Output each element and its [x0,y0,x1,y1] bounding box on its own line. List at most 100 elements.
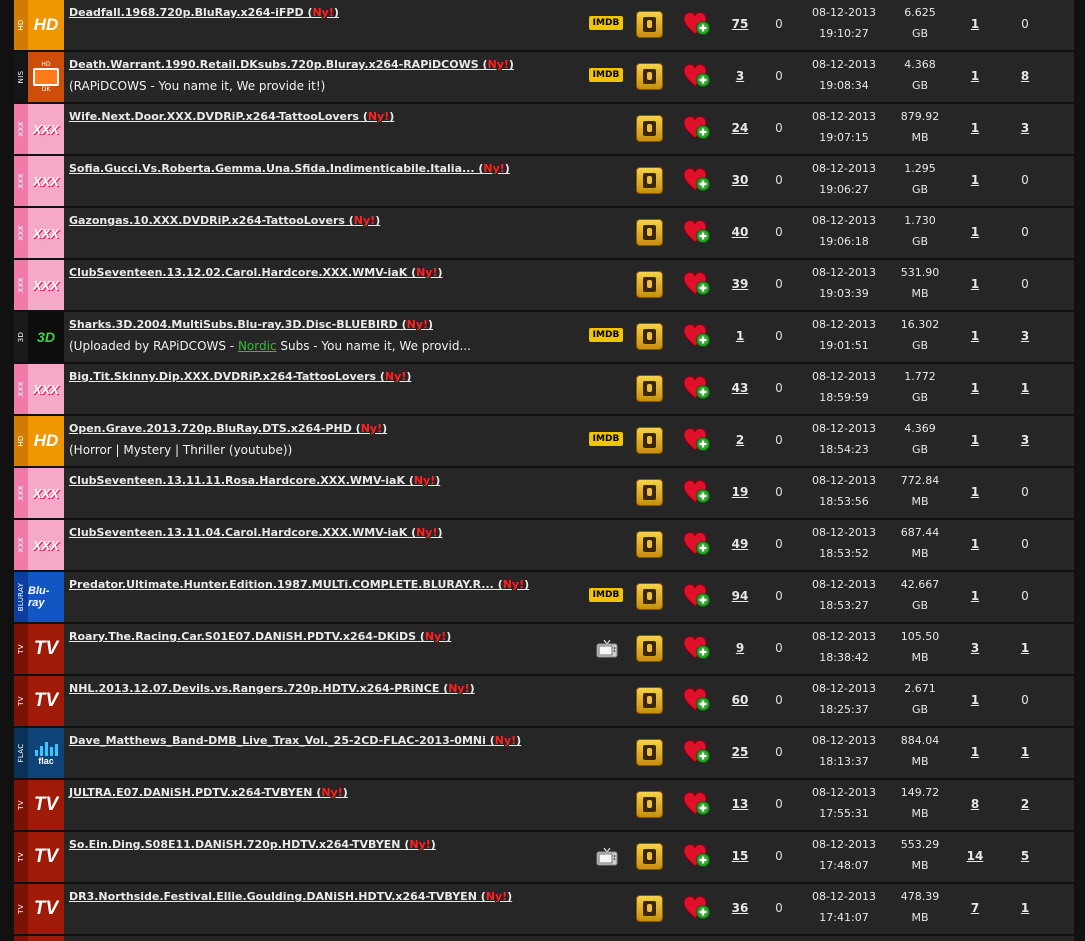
downloads-link[interactable]: 1 [964,69,986,83]
heart-plus-icon[interactable] [683,583,710,612]
torrent-name-link[interactable]: Dave_Matthews_Band-DMB_Live_Trax_Vol._25… [69,734,521,747]
heart-plus-icon[interactable] [683,895,710,924]
downloads-link[interactable]: 1 [964,693,986,707]
info-icon[interactable] [636,791,663,818]
tv-icon[interactable] [596,639,618,662]
info-icon[interactable] [636,635,663,662]
comments-count[interactable]: 8 [1014,69,1036,83]
category-badge[interactable]: XXX XXX [14,364,64,414]
imdb-button[interactable]: IMDB [589,588,623,602]
comments-count[interactable]: 1 [1014,901,1036,915]
comments-count[interactable]: 3 [1014,433,1036,447]
seeders-link[interactable]: 94 [726,589,754,603]
category-badge[interactable]: TV TV [14,832,64,882]
seeders-link[interactable]: 19 [726,485,754,499]
heart-plus-icon[interactable] [683,843,710,872]
torrent-name-link[interactable]: Sharks.3D.2004.MultiSubs.Blu-ray.3D.Disc… [69,318,433,331]
info-icon[interactable] [636,271,663,298]
heart-plus-icon[interactable] [683,63,710,92]
heart-plus-icon[interactable] [683,11,710,40]
heart-plus-icon[interactable] [683,375,710,404]
category-badge[interactable]: BLURAY Blu-ray [14,572,64,622]
seeders-link[interactable]: 9 [726,641,754,655]
heart-plus-icon[interactable] [683,323,710,352]
torrent-name-link[interactable]: Roary.The.Racing.Car.S01E07.DANiSH.PDTV.… [69,630,451,643]
info-icon[interactable] [636,531,663,558]
downloads-link[interactable]: 3 [964,641,986,655]
seeders-link[interactable]: 36 [726,901,754,915]
info-icon[interactable] [636,63,663,90]
downloads-link[interactable]: 1 [964,381,986,395]
seeders-link[interactable]: 60 [726,693,754,707]
heart-plus-icon[interactable] [683,167,710,196]
heart-plus-icon[interactable] [683,115,710,144]
seeders-link[interactable]: 43 [726,381,754,395]
downloads-link[interactable]: 1 [964,537,986,551]
info-icon[interactable] [636,219,663,246]
seeders-link[interactable]: 49 [726,537,754,551]
seeders-link[interactable]: 40 [726,225,754,239]
torrent-name-link[interactable]: Sofia.Gucci.Vs.Roberta.Gemma.Una.Sfida.I… [69,162,510,175]
heart-plus-icon[interactable] [683,271,710,300]
info-icon[interactable] [636,375,663,402]
downloads-link[interactable]: 7 [964,901,986,915]
seeders-link[interactable]: 24 [726,121,754,135]
seeders-link[interactable]: 15 [726,849,754,863]
category-badge[interactable]: TV TV [14,780,64,830]
category-badge[interactable]: NIS HD DK [14,52,64,102]
category-badge[interactable]: XXX XXX [14,260,64,310]
heart-plus-icon[interactable] [683,739,710,768]
torrent-name-link[interactable]: Open.Grave.2013.720p.BluRay.DTS.x264-PHD… [69,422,387,435]
comments-count[interactable]: 1 [1014,381,1036,395]
category-badge[interactable]: HD HD [14,416,64,466]
category-badge[interactable]: TV TV [14,884,64,934]
heart-plus-icon[interactable] [683,219,710,248]
torrent-name-link[interactable]: ClubSeventeen.13.11.04.Carol.Hardcore.XX… [69,526,443,539]
info-icon[interactable] [636,583,663,610]
category-badge[interactable]: TV TV [14,624,64,674]
downloads-link[interactable]: 1 [964,745,986,759]
downloads-link[interactable]: 8 [964,797,986,811]
seeders-link[interactable]: 3 [726,69,754,83]
downloads-link[interactable]: 1 [964,433,986,447]
comments-count[interactable]: 3 [1014,121,1036,135]
torrent-name-link[interactable]: Predator.Ultimate.Hunter.Edition.1987.MU… [69,578,529,591]
seeders-link[interactable]: 13 [726,797,754,811]
torrent-name-link[interactable]: Death.Warrant.1990.Retail.DKsubs.720p.Bl… [69,58,514,71]
category-badge[interactable]: XXX XXX [14,520,64,570]
comments-count[interactable]: 5 [1014,849,1036,863]
heart-plus-icon[interactable] [683,687,710,716]
info-icon[interactable] [636,479,663,506]
torrent-name-link[interactable]: Wife.Next.Door.XXX.DVDRiP.x264-TattooLov… [69,110,394,123]
comments-count[interactable]: 2 [1014,797,1036,811]
heart-plus-icon[interactable] [683,531,710,560]
imdb-button[interactable]: IMDB [589,328,623,342]
info-icon[interactable] [636,895,663,922]
downloads-link[interactable]: 1 [964,277,986,291]
category-badge[interactable]: TV TV [14,676,64,726]
category-badge[interactable]: XXX XXX [14,156,64,206]
info-icon[interactable] [636,167,663,194]
imdb-button[interactable]: IMDB [589,68,623,82]
seeders-link[interactable]: 75 [726,17,754,31]
downloads-link[interactable]: 1 [964,329,986,343]
comments-count[interactable]: 1 [1014,745,1036,759]
category-badge[interactable]: HD HD [14,0,64,50]
tv-icon[interactable] [596,847,618,870]
downloads-link[interactable]: 1 [964,121,986,135]
info-icon[interactable] [636,11,663,38]
torrent-name-link[interactable]: ClubSeventeen.13.11.11.Rosa.Hardcore.XXX… [69,474,440,487]
heart-plus-icon[interactable] [683,791,710,820]
downloads-link[interactable]: 1 [964,485,986,499]
category-badge[interactable]: FLAC flac [14,728,64,778]
info-icon[interactable] [636,115,663,142]
category-badge[interactable]: XXX XXX [14,104,64,154]
downloads-link[interactable]: 1 [964,589,986,603]
info-icon[interactable] [636,687,663,714]
seeders-link[interactable]: 30 [726,173,754,187]
category-badge[interactable]: 3D 3D [14,312,64,362]
category-badge[interactable]: XXX XXX [14,208,64,258]
downloads-link[interactable]: 1 [964,173,986,187]
heart-plus-icon[interactable] [683,479,710,508]
imdb-button[interactable]: IMDB [589,432,623,446]
